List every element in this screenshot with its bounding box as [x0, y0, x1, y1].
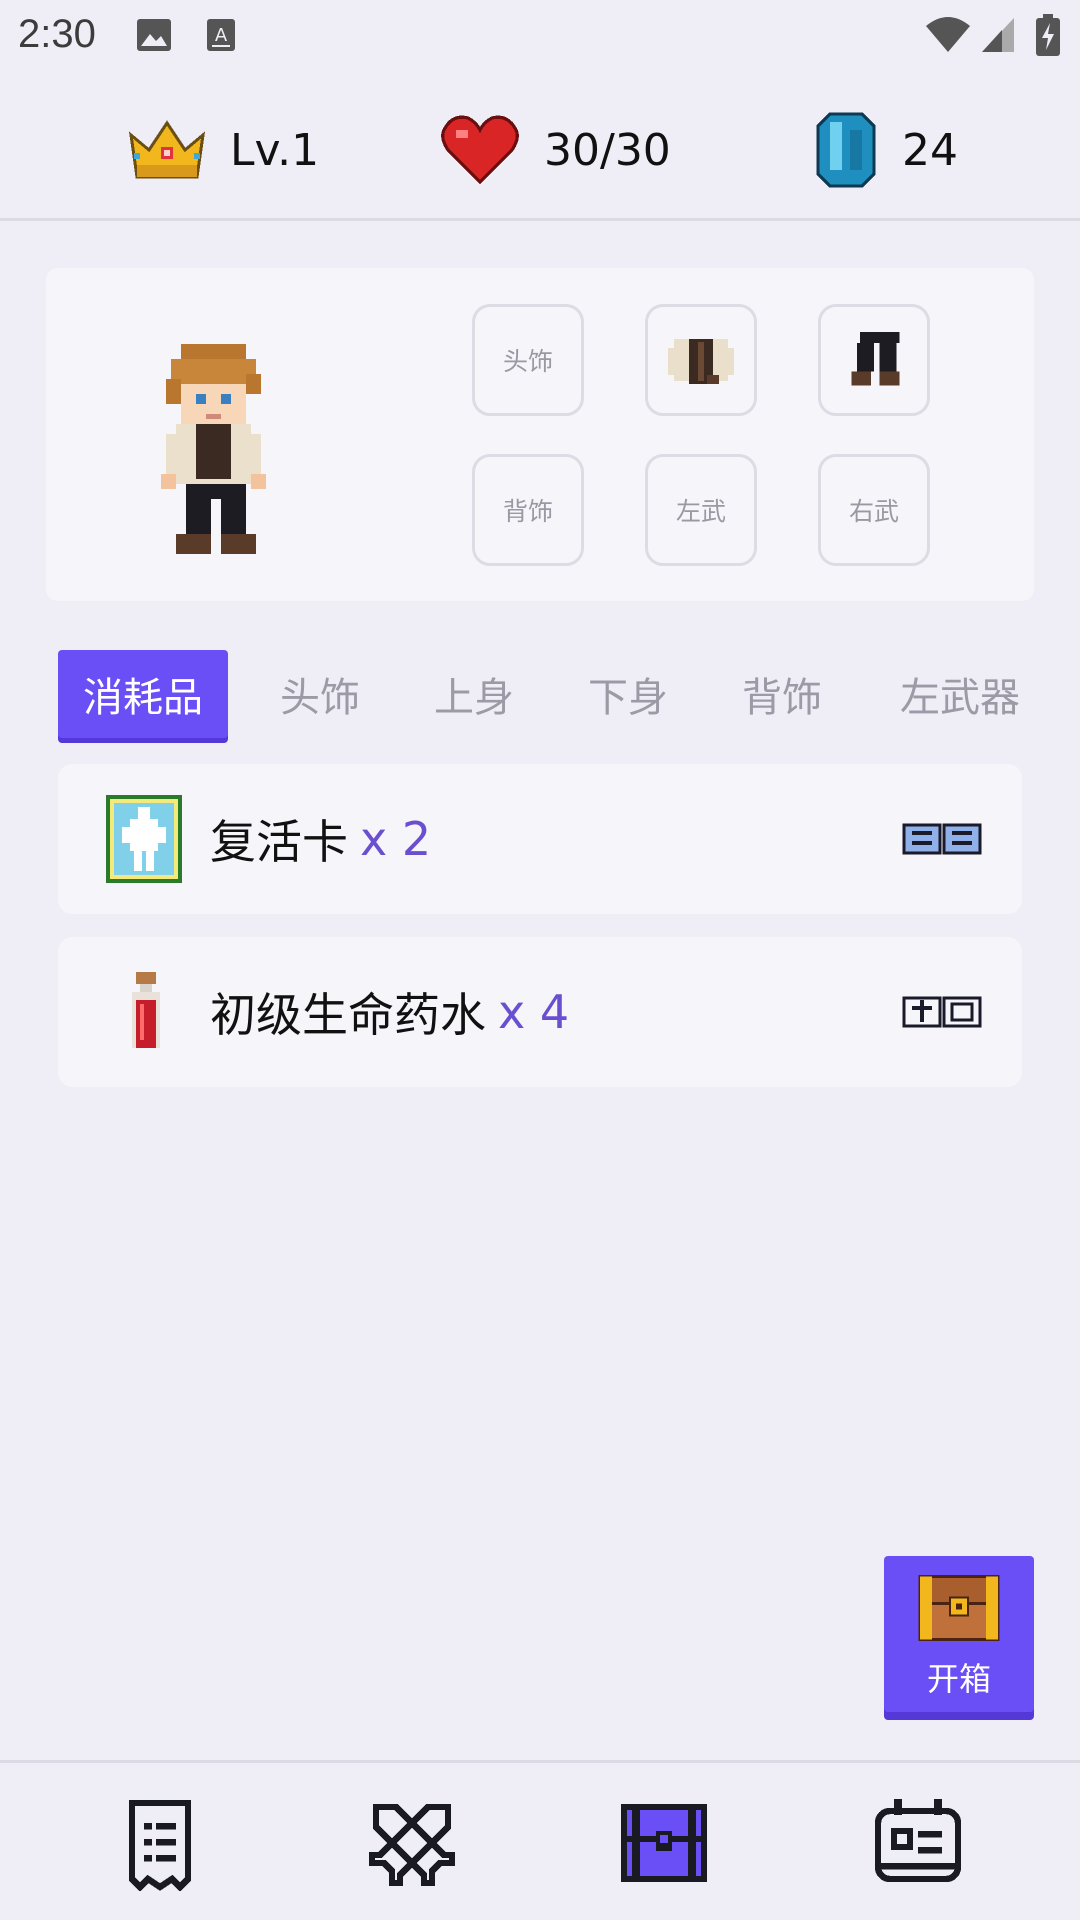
heart-icon	[441, 115, 519, 185]
signal-icon	[982, 18, 1014, 52]
item-count: x 2	[360, 812, 432, 866]
item-count: x 4	[498, 985, 570, 1039]
tab-top[interactable]: 上身	[404, 650, 544, 738]
status-bar: 2:30 A	[0, 0, 1080, 72]
health-potion-icon	[132, 972, 160, 1048]
battery-icon	[1036, 14, 1060, 56]
a11y-text-icon: A	[207, 19, 235, 51]
list-item-revive-card[interactable]: 复活卡 x 2	[58, 764, 1022, 914]
gem-icon	[816, 112, 876, 188]
bottom-nav	[0, 1763, 1080, 1920]
character-card-icon[interactable]	[870, 1795, 966, 1891]
slot-left-weapon-label: 左武	[675, 497, 726, 526]
hp-text: 30/30	[544, 124, 671, 176]
character-avatar	[161, 344, 266, 554]
crossed-swords-icon[interactable]	[364, 1795, 460, 1891]
slot-right-weapon-label: 右武	[848, 497, 899, 526]
gem-count-text: 24	[902, 124, 958, 176]
slot-back-label: 背饰	[502, 497, 553, 526]
slot-head-label: 头饰	[502, 347, 553, 376]
wifi-icon	[926, 17, 970, 52]
hp-stat: 30/30	[440, 90, 671, 210]
tab-back[interactable]: 背饰	[712, 650, 852, 738]
slot-right-weapon[interactable]: 右武	[818, 454, 930, 566]
slot-bottom[interactable]	[818, 304, 930, 416]
player-stats: Lv.1 30/30 24	[0, 90, 1080, 210]
item-name: 复活卡	[210, 815, 348, 869]
slot-back[interactable]: 背饰	[472, 454, 584, 566]
inventory-tabs: 消耗品 头饰 上身 下身 背饰 左武器	[0, 650, 1080, 740]
tab-head[interactable]: 头饰	[250, 650, 390, 738]
chest-icon[interactable]	[616, 1795, 712, 1891]
svg-text:A: A	[215, 25, 228, 46]
slot-left-weapon[interactable]: 左武	[645, 454, 757, 566]
treasure-chest-icon	[918, 1575, 1000, 1641]
item-name: 初级生命药水	[210, 988, 486, 1042]
tab-left-weapon[interactable]: 左武器	[880, 650, 1040, 738]
image-icon	[137, 19, 171, 51]
task-list-icon[interactable]	[112, 1795, 208, 1891]
item-name-row: 复活卡 x 2	[210, 764, 431, 914]
gem-stat: 24	[814, 90, 958, 210]
equipment-card: 头饰 背饰 左武 右武	[46, 268, 1034, 601]
slot-head[interactable]: 头饰	[472, 304, 584, 416]
revive-card-icon	[106, 795, 182, 883]
tab-consumables[interactable]: 消耗品	[58, 650, 228, 738]
level-text: Lv.1	[230, 124, 320, 176]
crown-icon	[128, 120, 206, 179]
jacket-icon	[668, 339, 734, 384]
open-chest-button[interactable]: 开箱	[884, 1556, 1034, 1712]
open-chest-label: 开箱	[926, 1660, 991, 1698]
pants-icon	[851, 331, 900, 386]
level-stat: Lv.1	[128, 90, 319, 210]
list-item-health-potion[interactable]: 初级生命药水 x 4	[58, 937, 1022, 1087]
header-divider	[0, 218, 1080, 221]
use-pixel-icon[interactable]	[902, 992, 984, 1032]
tab-bottom[interactable]: 下身	[558, 650, 698, 738]
scroll-pixel-icon[interactable]	[902, 819, 984, 859]
slot-top[interactable]	[645, 304, 757, 416]
item-name-row: 初级生命药水 x 4	[210, 937, 569, 1087]
status-time: 2:30	[18, 12, 96, 56]
